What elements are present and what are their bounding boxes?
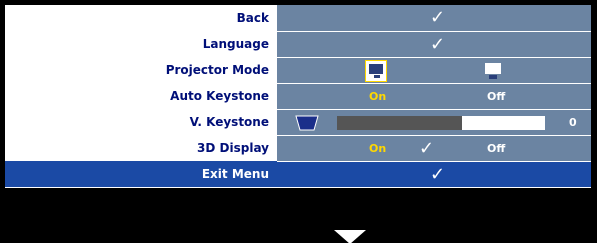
projector-mode-label: Projector Mode [5,57,277,83]
projector-mode-value [277,57,591,83]
menu-panel: Back ✓ Language ✓ Projector Mode Auto Ke… [5,5,591,188]
auto-keystone-off-option[interactable]: Off [487,84,505,110]
auto-keystone-value: On Off [277,83,591,109]
3d-display-label: 3D Display [5,135,277,161]
menu-row-auto-keystone[interactable]: Auto Keystone On Off [5,83,591,109]
3d-display-off-option[interactable]: Off [487,136,505,162]
auto-keystone-on-option[interactable]: On [369,84,386,110]
auto-keystone-label: Auto Keystone [5,83,277,109]
menu-row-language[interactable]: Language ✓ [5,31,591,57]
check-icon: ✓ [430,7,446,28]
exit-menu-label: Exit Menu [5,161,277,187]
v-keystone-label: V. Keystone [5,109,277,135]
v-keystone-value: 0 [277,109,591,135]
menu-row-projector-mode[interactable]: Projector Mode [5,57,591,83]
menu-row-back[interactable]: Back ✓ [5,5,591,31]
language-value: ✓ [277,31,591,57]
3d-display-on-option[interactable]: On [369,136,386,162]
back-value: ✓ [277,5,591,31]
menu-row-3d-display[interactable]: 3D Display On ✓ Off [5,135,591,161]
language-label: Language [5,31,277,57]
back-label: Back [5,5,277,31]
exit-menu-value: ✓ [277,161,591,187]
check-icon: ✓ [430,34,446,55]
keystone-icon [295,115,319,131]
v-keystone-slider-fill [337,116,462,130]
v-keystone-slider[interactable] [337,116,545,130]
menu-row-exit[interactable]: Exit Menu ✓ [5,161,591,187]
down-arrow-icon[interactable] [334,230,366,243]
3d-display-value: On ✓ Off [277,135,591,161]
check-icon: ✓ [419,138,435,159]
osd-menu: Back ✓ Language ✓ Projector Mode Auto Ke… [0,0,597,243]
check-icon: ✓ [430,164,446,185]
ceiling-projection-icon[interactable] [482,60,504,82]
front-projection-icon[interactable] [365,60,387,82]
v-keystone-number: 0 [569,116,577,129]
menu-row-v-keystone[interactable]: V. Keystone 0 [5,109,591,135]
